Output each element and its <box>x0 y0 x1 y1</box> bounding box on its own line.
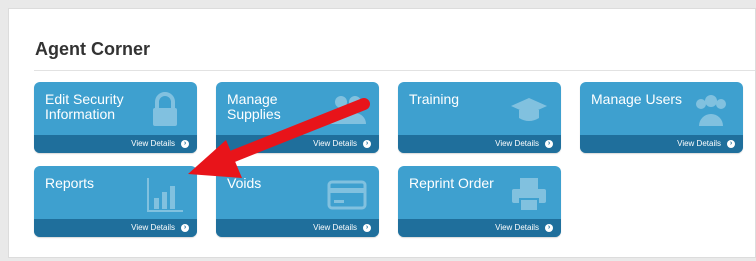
tile-reports[interactable]: Reports View Details › <box>34 166 197 237</box>
tile-label: Edit Security Information <box>45 91 124 122</box>
view-details-link[interactable]: View Details › <box>580 135 743 153</box>
arrow-right-icon: › <box>363 223 371 232</box>
users-icon <box>696 95 726 126</box>
arrow-right-icon: › <box>545 139 553 148</box>
view-details-link[interactable]: View Details › <box>216 219 379 237</box>
tile-label: Reports <box>45 175 95 191</box>
arrow-right-icon: › <box>727 139 735 148</box>
arrow-right-icon: › <box>363 139 371 148</box>
arrow-right-icon: › <box>181 139 189 148</box>
arrow-right-icon: › <box>181 223 189 232</box>
tile-manage-users[interactable]: Manage Users View Details › <box>580 82 743 153</box>
tile-training[interactable]: Training View Details › <box>398 82 561 153</box>
view-details-link[interactable]: View Details › <box>398 219 561 237</box>
graduation-cap-icon <box>511 98 547 121</box>
panel-title: Agent Corner <box>35 39 151 59</box>
bar-chart-icon <box>147 178 183 212</box>
tile-label: Training <box>409 91 460 107</box>
tile-manage-supplies[interactable]: Manage Supplies View Details › <box>216 82 379 153</box>
credit-card-icon <box>327 180 367 210</box>
tile-edit-security[interactable]: Edit Security Information View Details › <box>34 82 197 153</box>
arrow-right-icon: › <box>545 223 553 232</box>
lock-icon <box>153 92 177 126</box>
people-icon <box>330 96 366 124</box>
title-divider <box>34 70 755 71</box>
view-details-link[interactable]: View Details › <box>34 219 197 237</box>
printer-icon <box>512 178 546 212</box>
tile-label: Reprint Order <box>409 175 494 191</box>
tile-label: Voids <box>227 175 262 191</box>
tile-voids[interactable]: Voids View Details › <box>216 166 379 237</box>
tile-label: Manage Supplies <box>227 91 281 122</box>
tile-reprint-order[interactable]: Reprint Order View Details › <box>398 166 561 237</box>
view-details-link[interactable]: View Details › <box>216 135 379 153</box>
view-details-link[interactable]: View Details › <box>34 135 197 153</box>
view-details-link[interactable]: View Details › <box>398 135 561 153</box>
